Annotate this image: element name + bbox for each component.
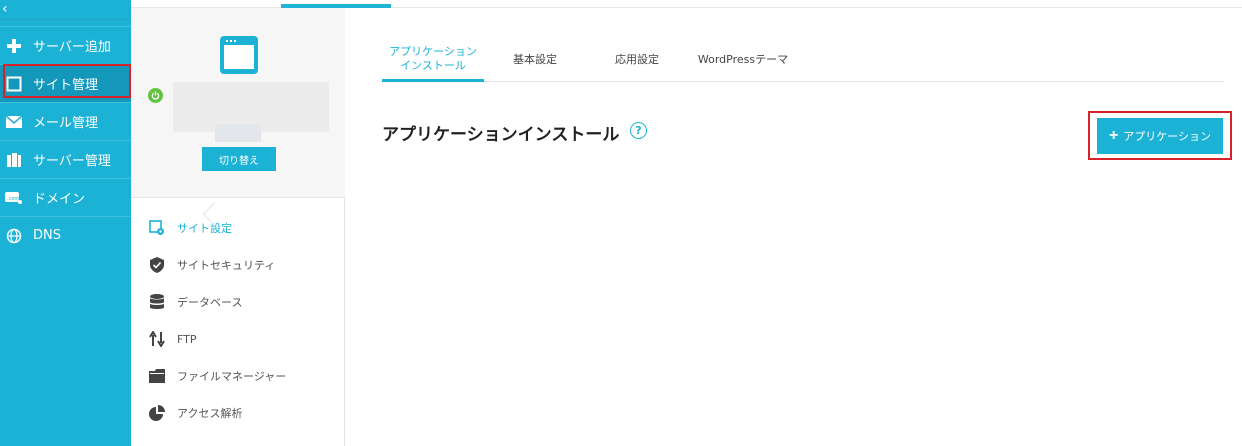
domain-icon: .com xyxy=(5,189,23,207)
page-title: アプリケーションインストール xyxy=(382,125,620,145)
nav-item-mail-management[interactable]: メール管理 xyxy=(0,102,131,140)
database-icon xyxy=(149,294,165,310)
top-bar xyxy=(0,0,1242,8)
tab-wordpress-theme[interactable]: WordPressテーマ xyxy=(688,38,798,82)
site-domain-redacted xyxy=(215,124,261,142)
nav-item-label: サーバー管理 xyxy=(33,154,111,169)
site-menu-label: ファイルマネージャー xyxy=(177,370,287,383)
server-icon xyxy=(5,151,23,169)
site-menu-site-settings[interactable]: サイト設定 xyxy=(149,218,232,238)
nav-item-label: サーバー追加 xyxy=(33,40,111,55)
power-icon xyxy=(148,88,163,103)
tab-advanced-settings[interactable]: 応用設定 xyxy=(602,38,672,82)
tab-label: インストール xyxy=(400,58,466,72)
site-window-icon xyxy=(220,36,258,74)
site-menu-label: データベース xyxy=(177,296,243,309)
help-icon[interactable]: ? xyxy=(630,122,647,139)
nav-item-domain[interactable]: .com ドメイン xyxy=(0,178,131,216)
site-menu-database[interactable]: データベース xyxy=(149,292,242,312)
site-menu-site-security[interactable]: サイトセキュリティ xyxy=(149,255,275,275)
site-menu-label: サイトセキュリティ xyxy=(177,259,276,272)
site-menu-ftp[interactable]: FTP xyxy=(149,329,197,349)
mail-icon xyxy=(5,113,23,131)
site-menu-label: FTP xyxy=(177,332,197,346)
site-menu-label: アクセス解析 xyxy=(177,407,243,420)
tab-application-install[interactable]: アプリケーション インストール xyxy=(382,38,484,82)
site-panel: 切り替え サイト設定 サイトセキュリティ データベース FTP ファイルマネージ… xyxy=(131,8,345,446)
plus-icon xyxy=(5,37,23,55)
globe-icon xyxy=(5,227,23,245)
site-settings-icon xyxy=(149,220,165,236)
nav-item-add-server[interactable]: サーバー追加 xyxy=(0,26,131,64)
site-summary: 切り替え xyxy=(131,8,345,198)
nav-item-server-management[interactable]: サーバー管理 xyxy=(0,140,131,178)
pie-chart-icon xyxy=(149,405,165,421)
switch-site-button[interactable]: 切り替え xyxy=(202,147,276,171)
folder-icon xyxy=(149,368,165,384)
transfer-icon xyxy=(149,331,165,347)
svg-text:.com: .com xyxy=(7,196,19,202)
nav-item-dns[interactable]: DNS xyxy=(0,216,131,254)
site-menu-label: サイト設定 xyxy=(177,222,232,235)
tab-label: アプリケーション xyxy=(389,44,477,58)
tab-basic-settings[interactable]: 基本設定 xyxy=(500,38,570,82)
nav-item-label: ドメイン xyxy=(33,192,86,207)
nav-item-label: メール管理 xyxy=(33,116,99,131)
collapse-nav-button[interactable]: ‹ xyxy=(0,0,131,20)
highlight-box xyxy=(3,64,131,98)
site-menu-file-manager[interactable]: ファイルマネージャー xyxy=(149,366,286,386)
highlight-box xyxy=(1088,111,1232,160)
shield-icon xyxy=(149,257,165,273)
nav-item-label: DNS xyxy=(33,228,61,243)
site-menu-access-analysis[interactable]: アクセス解析 xyxy=(149,403,242,423)
settings-tabs: アプリケーション インストール 基本設定 応用設定 WordPressテーマ xyxy=(382,38,1224,82)
